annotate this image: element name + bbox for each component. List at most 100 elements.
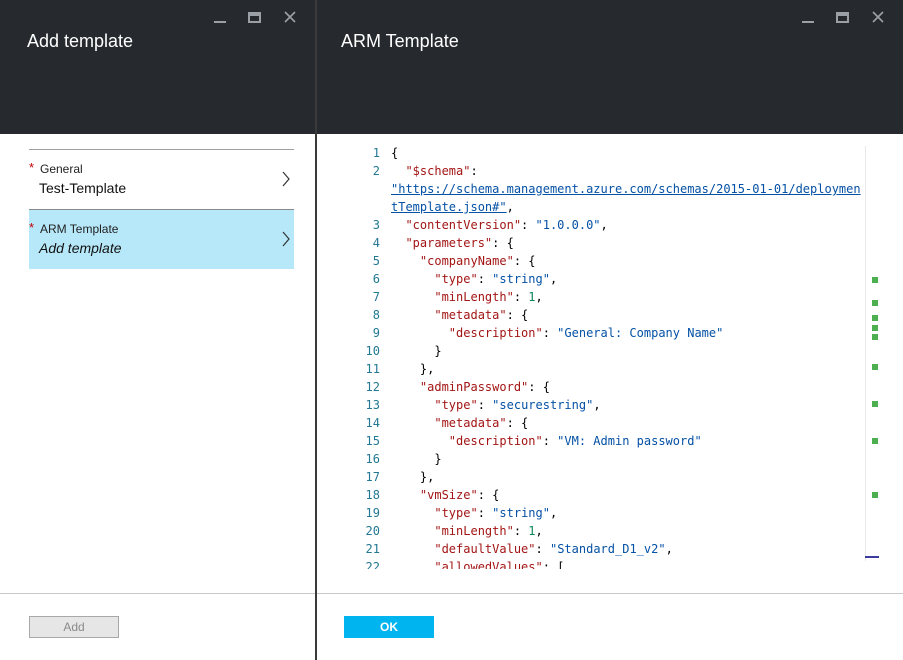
close-button[interactable]	[272, 6, 307, 28]
line-number: 10	[365, 344, 380, 358]
overview-marker	[872, 300, 878, 306]
line-number: 6	[372, 272, 380, 286]
code-line: 3 "contentVersion": "1.0.0.0",	[317, 216, 877, 234]
code-text: }	[391, 342, 442, 360]
code-token: :	[542, 326, 558, 340]
code-line: "https://schema.management.azure.com/sch…	[317, 180, 877, 198]
code-editor[interactable]: 1{2 "$schema": "https://schema.management…	[317, 144, 877, 569]
blade-header: ARM Template	[317, 0, 903, 134]
code-token: : {	[506, 416, 529, 430]
code-line: 20 "minLength": 1,	[317, 522, 877, 540]
minimize-button[interactable]	[790, 6, 825, 28]
code-token: "allowedValues"	[434, 560, 543, 569]
code-text: "defaultValue": "Standard_D1_v2",	[391, 540, 673, 558]
code-token: "companyName"	[419, 254, 514, 268]
code-token: }	[391, 344, 442, 358]
blade-title: Add template	[27, 31, 134, 51]
code-token: : {	[528, 380, 550, 394]
step-general[interactable]: * General Test-Template	[29, 149, 294, 209]
minimize-button[interactable]	[202, 6, 237, 28]
window-controls	[202, 6, 307, 28]
code-token: "type"	[434, 506, 478, 520]
overview-marker	[872, 334, 878, 340]
close-icon	[871, 11, 884, 23]
code-text: },	[391, 360, 434, 378]
code-token: "string"	[492, 506, 550, 520]
code-token: :	[521, 218, 536, 232]
code-token: :	[477, 272, 493, 286]
code-line: 18 "vmSize": {	[317, 486, 877, 504]
line-number: 8	[372, 308, 380, 322]
code-token: : {	[513, 254, 536, 268]
blade-title: ARM Template	[341, 31, 459, 51]
editor-scrollbar[interactable]	[865, 146, 879, 561]
code-line: 17 },	[317, 468, 877, 486]
code-token: ,	[506, 200, 514, 214]
code-token: ,	[665, 542, 673, 556]
code-line: 16 }	[317, 450, 877, 468]
code-token: ,	[600, 218, 608, 232]
scrollbar-thumb[interactable]	[865, 556, 879, 558]
minimize-icon	[801, 21, 814, 23]
code-text: "minLength": 1,	[391, 522, 542, 540]
ok-button[interactable]: OK	[344, 616, 434, 638]
code-token: "type"	[434, 398, 478, 412]
code-text: "type": "securestring",	[391, 396, 600, 414]
line-number: 1	[372, 146, 380, 160]
overview-marker	[872, 401, 878, 407]
code-token: "$schema"	[405, 164, 471, 178]
overview-marker	[872, 325, 878, 331]
code-token: :	[535, 542, 550, 556]
required-indicator: *	[29, 220, 35, 235]
code-line: 14 "metadata": {	[317, 414, 877, 432]
line-number: 19	[365, 506, 380, 520]
code-token: ,	[549, 506, 558, 520]
maximize-button[interactable]	[237, 6, 272, 28]
line-number: 12	[365, 380, 380, 394]
code-token: "minLength"	[434, 524, 514, 538]
code-text: "vmSize": {	[391, 486, 499, 504]
code-text: },	[391, 468, 434, 486]
step-arm-template[interactable]: * ARM Template Add template	[29, 209, 294, 269]
close-button[interactable]	[860, 6, 895, 28]
chevron-right-icon	[282, 171, 290, 187]
schema-link[interactable]: tTemplate.json#"	[391, 200, 507, 214]
code-token: },	[391, 470, 435, 484]
line-number: 7	[372, 290, 380, 304]
code-token: : {	[506, 308, 529, 322]
code-token: "adminPassword"	[419, 380, 529, 394]
line-number: 9	[372, 326, 380, 340]
code-token: ,	[535, 290, 543, 304]
code-token: :	[477, 506, 493, 520]
code-token: "1.0.0.0"	[535, 218, 601, 232]
schema-link[interactable]: "https://schema.management.azure.com/sch…	[391, 182, 861, 196]
code-token: : {	[492, 236, 514, 250]
code-line: 22 "allowedValues": [	[317, 558, 877, 569]
code-token: ,	[549, 272, 558, 286]
code-token: :	[513, 290, 529, 304]
line-number: 5	[372, 254, 380, 268]
template-steps-list: * General Test-Template * ARM Template A…	[29, 149, 294, 269]
code-line: 10 }	[317, 342, 877, 360]
step-value: Test-Template	[39, 180, 127, 196]
overview-marker	[872, 492, 878, 498]
code-line: 11 },	[317, 360, 877, 378]
maximize-button[interactable]	[825, 6, 860, 28]
add-button[interactable]: Add	[29, 616, 119, 638]
code-text: "companyName": {	[391, 252, 536, 270]
code-text: "description": "VM: Admin password"	[391, 432, 702, 450]
add-template-blade: Add template * General Test-Template * A…	[0, 0, 317, 660]
code-text: "parameters": {	[391, 234, 514, 252]
code-text: "$schema":	[391, 162, 477, 180]
code-token: : {	[477, 488, 500, 502]
line-number: 13	[365, 398, 380, 412]
code-line: 15 "description": "VM: Admin password"	[317, 432, 877, 450]
